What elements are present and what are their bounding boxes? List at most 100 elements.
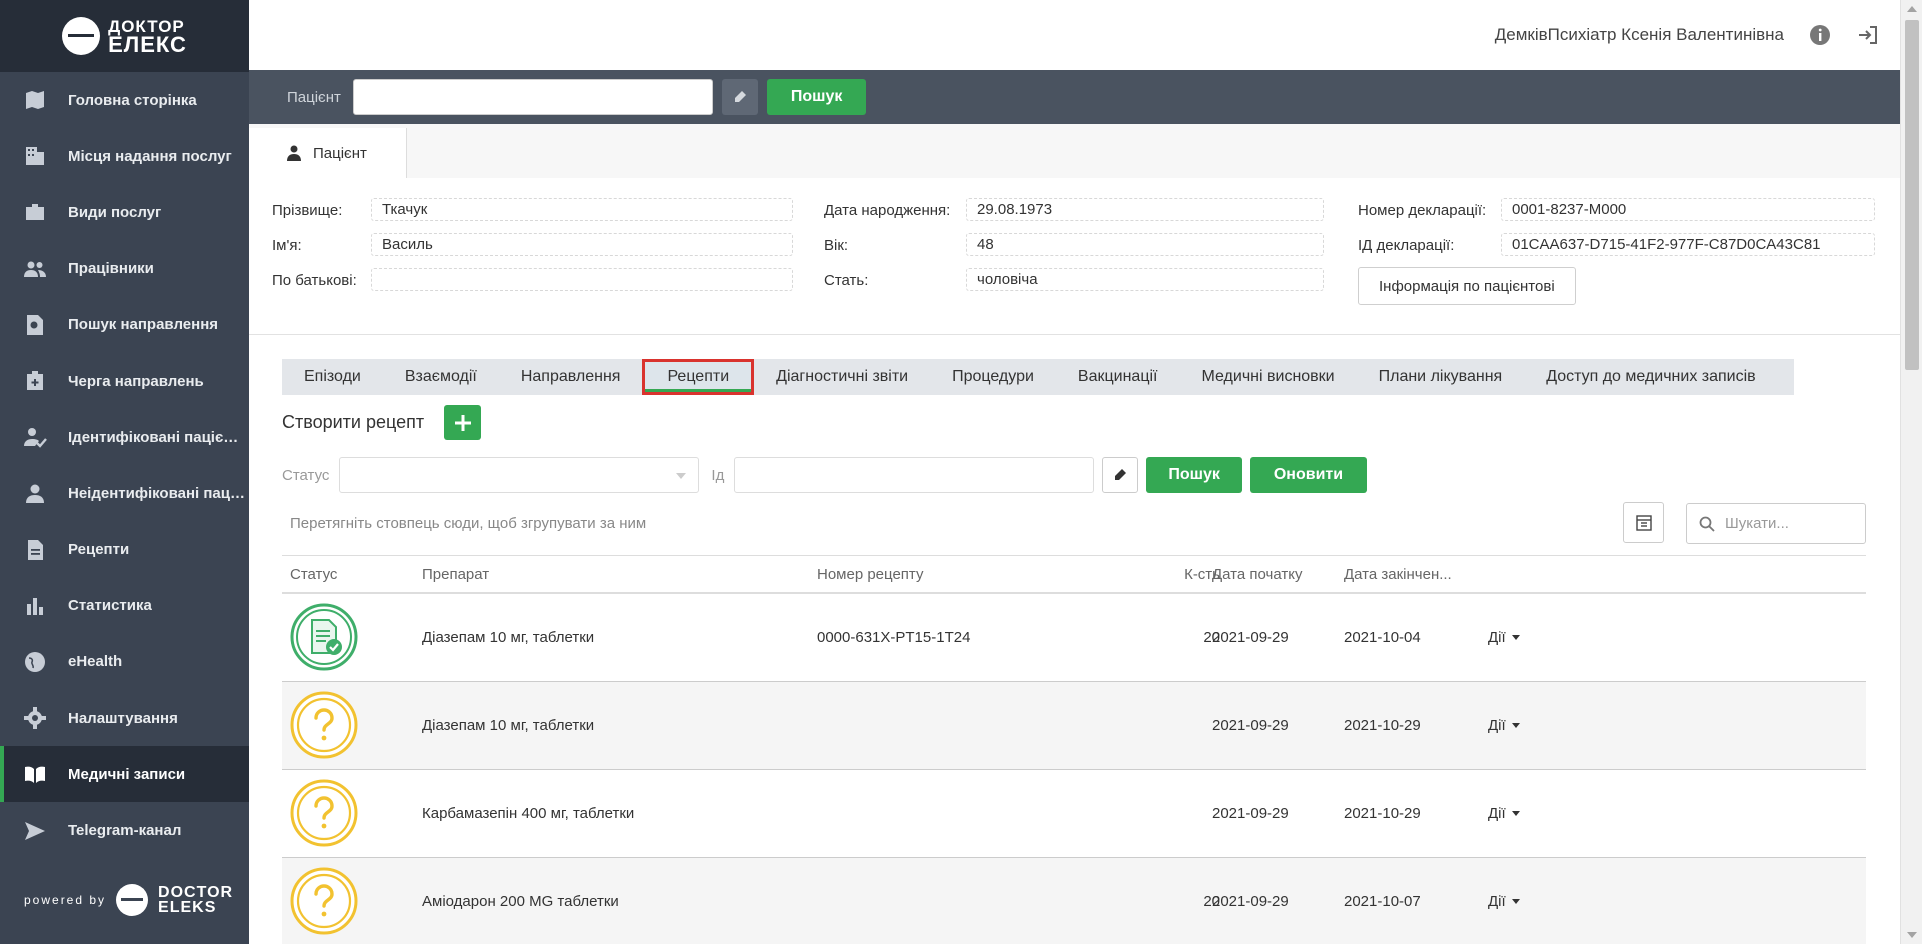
- tab-patient[interactable]: Пацієнт: [249, 128, 407, 178]
- sidebar-item-6[interactable]: Ідентифіковані пацієнти: [0, 409, 249, 465]
- app-root: ДОКТОР ЕЛЕКС Головна сторінка Місця надан…: [0, 0, 1922, 944]
- row-actions-dropdown[interactable]: Дії: [1488, 893, 1520, 910]
- tab-5[interactable]: Процедури: [930, 359, 1056, 395]
- sidebar-item-label: Ідентифіковані пацієнти: [68, 428, 246, 446]
- dob-label: Дата народження:: [824, 202, 951, 219]
- sidebar-item-label: Telegram-канал: [68, 822, 182, 840]
- queue-icon: [22, 368, 48, 394]
- tab-7[interactable]: Медичні висновки: [1180, 359, 1357, 395]
- sidebar-item-11[interactable]: Налаштування: [0, 690, 249, 746]
- eraser-icon: [1115, 469, 1127, 480]
- sidebar-item-2[interactable]: Види послуг: [0, 184, 249, 240]
- table-header: Статус Препарат Номер рецепту К-сть Дата поч…: [282, 555, 1866, 594]
- tab-1[interactable]: Взаємодії: [383, 359, 499, 395]
- tab-3[interactable]: Рецепти: [642, 359, 755, 395]
- sidebar-item-label: Працівники: [68, 260, 154, 278]
- row-actions-dropdown[interactable]: Дії: [1488, 805, 1520, 822]
- sidebar-item-1[interactable]: Місця надання послуг: [0, 128, 249, 184]
- table-row[interactable]: Карбамазепін 400 мг, таблетки 2021-09-29 2…: [282, 770, 1866, 858]
- sidebar-item-label: Рецепти: [68, 541, 130, 559]
- sidebar-item-8[interactable]: Рецепти: [0, 522, 249, 578]
- search-icon: [1699, 516, 1715, 532]
- sidebar-item-10[interactable]: eHealth: [0, 634, 249, 690]
- scroll-thumb[interactable]: [1905, 20, 1919, 370]
- globe-icon: [22, 649, 48, 675]
- cell-start: 2021-09-29: [1212, 717, 1289, 734]
- page-scrollbar[interactable]: [1900, 0, 1922, 944]
- sidebar-item-9[interactable]: Статистика: [0, 578, 249, 634]
- sidebar-item-0[interactable]: Головна сторінка: [0, 72, 249, 128]
- patient-search-input[interactable]: [352, 79, 713, 115]
- scroll-up-arrow[interactable]: [1907, 6, 1917, 12]
- group-panel-hint[interactable]: Перетягніть стовпець сюди, щоб згрупуват…: [290, 515, 646, 532]
- tab-9[interactable]: Доступ до медичних записів: [1524, 359, 1777, 395]
- powered-brand2: ELEKS: [158, 899, 217, 916]
- surname-label: Прізвище:: [272, 202, 343, 219]
- age-value: 48: [966, 233, 1324, 256]
- patient-search-button[interactable]: Пошук: [766, 79, 867, 115]
- status-select[interactable]: [339, 457, 700, 493]
- dob-value: 29.08.1973: [966, 198, 1324, 221]
- table-row[interactable]: Діазепам 10 мг, таблетки 2021-09-29 2021-1…: [282, 682, 1866, 770]
- clear-search-button[interactable]: [721, 79, 758, 115]
- row-actions-dropdown[interactable]: Дії: [1488, 717, 1520, 734]
- tab-6[interactable]: Вакцинації: [1056, 359, 1180, 395]
- search-doc-icon: [22, 312, 48, 338]
- name-label: Ім'я:: [272, 237, 302, 254]
- row-actions-dropdown[interactable]: Дії: [1488, 629, 1520, 646]
- brand-logo[interactable]: ДОКТОР ЕЛЕКС: [0, 0, 249, 72]
- decl-num-row: Номер декларації: 0001-8237-M000: [1358, 198, 1875, 221]
- grid-search-box[interactable]: Шукати...: [1686, 503, 1866, 544]
- sidebar-item-12[interactable]: Медичні записи: [0, 746, 249, 803]
- sidebar-item-5[interactable]: Черга направлень: [0, 353, 249, 409]
- column-header-4[interactable]: Дата початку: [1212, 566, 1302, 583]
- scroll-down-arrow[interactable]: [1907, 932, 1917, 938]
- clear-filters-button[interactable]: [1102, 457, 1139, 493]
- tab-0[interactable]: Епізоди: [282, 359, 383, 395]
- column-header-1[interactable]: Препарат: [422, 566, 489, 583]
- column-header-0[interactable]: Статус: [290, 566, 337, 583]
- filter-search-button[interactable]: Пошук: [1146, 457, 1242, 493]
- sidebar-nav: Головна сторінка Місця надання послуг Види…: [0, 72, 249, 859]
- decl-id-value: 01CAA637-D715-41F2-977F-C87D0CA43C81: [1501, 233, 1875, 256]
- table-row[interactable]: Діазепам 10 мг, таблетки 0000-631X-PT15-1…: [282, 594, 1866, 682]
- cell-start: 2021-09-29: [1212, 893, 1289, 910]
- user-name[interactable]: ДемківПсихіатр Ксенія Валентинівна: [1495, 25, 1784, 45]
- prescription-unknown-icon: [290, 779, 358, 847]
- logout-icon[interactable]: [1856, 23, 1880, 47]
- sidebar-item-7[interactable]: Неідентифіковані пацієнти: [0, 465, 249, 521]
- info-icon[interactable]: [1808, 23, 1832, 47]
- table-row[interactable]: Аміодарон 200 MG таблетки 20 2021-09-29 202…: [282, 858, 1866, 944]
- refresh-button[interactable]: Оновити: [1249, 457, 1368, 493]
- sidebar-item-label: Неідентифіковані пацієнти: [68, 484, 246, 502]
- column-header-5[interactable]: Дата закінчен...: [1344, 566, 1452, 583]
- prescription-filters: Статус Ід Пошук Оновити: [282, 457, 1368, 493]
- tab-2[interactable]: Направлення: [499, 359, 643, 395]
- cell-drug: Діазепам 10 мг, таблетки: [422, 717, 595, 734]
- patronymic-value: [371, 268, 793, 291]
- create-prescription-label: Створити рецепт: [282, 412, 425, 432]
- tab-8[interactable]: Плани лікування: [1357, 359, 1525, 395]
- column-chooser-button[interactable]: [1623, 502, 1664, 543]
- cell-end: 2021-10-04: [1344, 629, 1421, 646]
- id-filter-input[interactable]: [734, 457, 1095, 493]
- powered-by-text: powered by: [24, 893, 107, 907]
- age-label: Вік:: [824, 237, 849, 254]
- decl-id-row: ІД декларації: 01CAA637-D715-41F2-977F-C…: [1358, 233, 1875, 256]
- people-icon: [22, 256, 48, 282]
- sidebar-item-label: Медичні записи: [68, 765, 186, 783]
- patient-search-label: Пацієнт: [287, 88, 341, 106]
- row-actions-label: Дії: [1488, 805, 1506, 822]
- grid-search-placeholder: Шукати...: [1725, 515, 1789, 532]
- tab-4[interactable]: Діагностичні звіти: [754, 359, 930, 395]
- powered-logo-icon: [116, 884, 149, 916]
- add-prescription-button[interactable]: [444, 405, 482, 440]
- plus-icon: [454, 414, 471, 431]
- column-header-2[interactable]: Номер рецепту: [817, 566, 923, 583]
- sidebar-item-4[interactable]: Пошук направлення: [0, 297, 249, 353]
- patient-info-button[interactable]: Інформація по пацієнтові: [1358, 267, 1576, 305]
- sidebar-item-13[interactable]: Telegram-канал: [0, 802, 249, 858]
- row-actions-label: Дії: [1488, 717, 1506, 734]
- sidebar-item-label: eHealth: [68, 653, 123, 671]
- sidebar-item-3[interactable]: Працівники: [0, 241, 249, 297]
